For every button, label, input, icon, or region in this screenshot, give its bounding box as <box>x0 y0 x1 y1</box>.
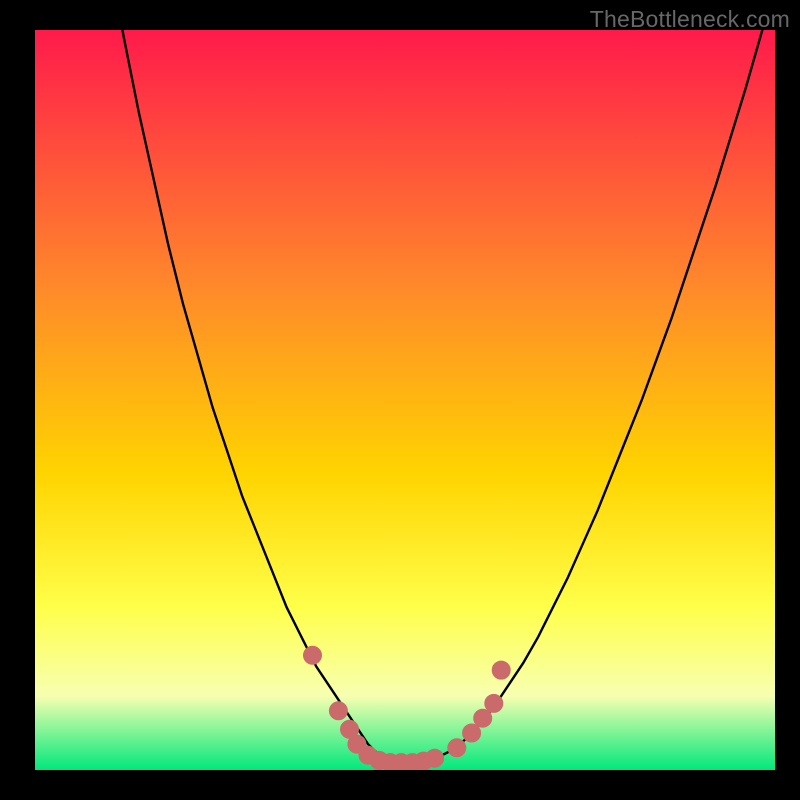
data-marker-10 <box>426 749 444 767</box>
data-marker-15 <box>492 661 510 679</box>
watermark-text: TheBottleneck.com <box>590 6 790 33</box>
data-marker-1 <box>329 702 347 720</box>
data-marker-11 <box>448 739 466 757</box>
bottleneck-curve-chart <box>35 30 775 770</box>
data-marker-13 <box>474 709 492 727</box>
data-marker-12 <box>463 724 481 742</box>
chart-frame: TheBottleneck.com <box>0 0 800 800</box>
plot-area <box>35 30 775 770</box>
data-marker-0 <box>304 646 322 664</box>
data-marker-14 <box>485 694 503 712</box>
